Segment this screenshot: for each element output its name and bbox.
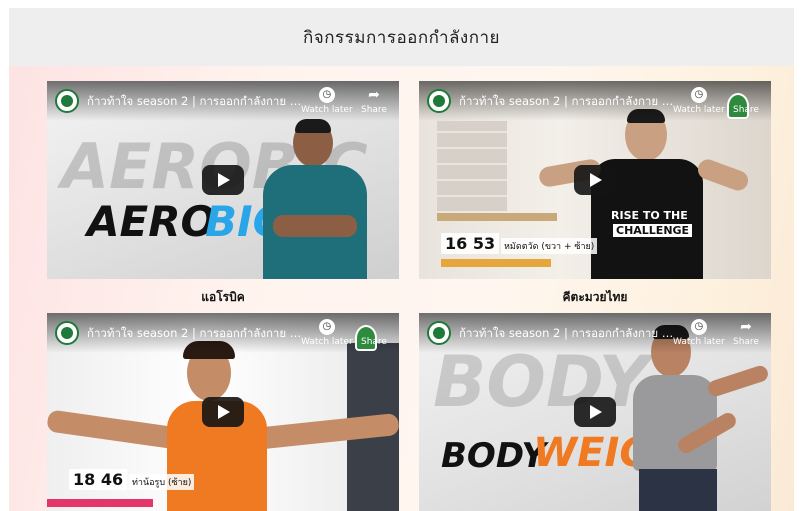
clock-icon: ◷ xyxy=(318,319,335,335)
share-button[interactable]: Share xyxy=(733,105,759,115)
share-label: Share xyxy=(733,105,759,115)
share-button[interactable]: ➦ Share xyxy=(733,319,759,347)
video-title[interactable]: ก้าวท้าใจ season 2 | การออกกำลังกาย แบ..… xyxy=(87,93,302,111)
video-card-bodyweight[interactable]: BODY BODY WEIGHT ก้าวท้าใจ season 2 | กา… xyxy=(419,313,771,511)
watch-later-button[interactable]: ◷ Watch later xyxy=(673,87,725,115)
share-button[interactable]: Share xyxy=(361,337,387,347)
exercise-label: ท่าน้อรูบ (ซ้าย) xyxy=(129,474,195,490)
video-title[interactable]: ก้าวท้าใจ season 2 | การออกกำลังกาย แบ..… xyxy=(459,325,674,343)
page-title: กิจกรรมการออกกำลังกาย xyxy=(302,27,501,48)
share-arrow-icon: ➦ xyxy=(740,319,752,335)
play-button-icon[interactable] xyxy=(202,165,244,195)
presenter-figure xyxy=(259,119,371,279)
watch-later-button[interactable]: ◷ Watch later xyxy=(673,319,725,347)
clock-icon: ◷ xyxy=(318,87,335,103)
watch-later-label: Watch later xyxy=(301,105,353,115)
play-button-icon[interactable] xyxy=(574,165,616,195)
shirt-text-line1: RISE TO THE xyxy=(611,209,688,222)
watch-later-label: Watch later xyxy=(301,337,353,347)
exercise-label: หมัดตวัด (ขวา + ซ้าย) xyxy=(501,238,598,254)
shirt-text-line2: CHALLENGE xyxy=(613,224,693,237)
share-arrow-icon: ➦ xyxy=(368,87,380,103)
channel-logo-icon[interactable] xyxy=(55,89,79,113)
video-caption: แอโรบิค xyxy=(201,290,245,304)
share-label: Share xyxy=(733,337,759,347)
video-card-muaythai[interactable]: RISE TO THE CHALLENGE 16 53 หมัดตวัด (ขว… xyxy=(419,81,771,279)
play-button-icon[interactable] xyxy=(574,397,616,427)
share-label: Share xyxy=(361,337,387,347)
video-grid: AEROBIC AERO BIC ก้าวท้าใจ season 2 | กา… xyxy=(9,66,794,511)
watch-later-label: Watch later xyxy=(673,105,725,115)
watch-later-button[interactable]: ◷ Watch later xyxy=(301,87,353,115)
exercise-timer: 18 46 xyxy=(69,469,128,490)
next-exercise-bar xyxy=(47,499,153,507)
share-label: Share xyxy=(361,105,387,115)
clock-icon: ◷ xyxy=(690,87,707,103)
video-card-stretch[interactable]: 18 46 ท่าน้อรูบ (ซ้าย) ก้าวท้าใจ season … xyxy=(47,313,399,511)
art-text-body: BODY xyxy=(441,436,547,476)
page: กิจกรรมการออกกำลังกาย AEROBIC AERO BIC ก… xyxy=(0,0,803,511)
video-card-aerobic[interactable]: AEROBIC AERO BIC ก้าวท้าใจ season 2 | กา… xyxy=(47,81,399,279)
video-title[interactable]: ก้าวท้าใจ season 2 | การออกกำลังกาย แบ..… xyxy=(87,325,302,343)
art-text-aero: AERO xyxy=(87,197,217,246)
channel-logo-icon[interactable] xyxy=(427,89,451,113)
watch-later-label: Watch later xyxy=(673,337,725,347)
exercise-timer: 16 53 xyxy=(441,233,500,254)
page-header: กิจกรรมการออกกำลังกาย xyxy=(9,8,794,66)
channel-logo-icon[interactable] xyxy=(55,321,79,345)
video-caption: คีตะมวยไทย xyxy=(562,290,628,304)
next-exercise-bar xyxy=(441,259,551,267)
share-button[interactable]: ➦ Share xyxy=(361,87,387,115)
play-button-icon[interactable] xyxy=(202,397,244,427)
wall-tiles xyxy=(437,121,507,211)
clock-icon: ◷ xyxy=(690,319,707,335)
watch-later-button[interactable]: ◷ Watch later xyxy=(301,319,353,347)
channel-logo-icon[interactable] xyxy=(427,321,451,345)
video-title[interactable]: ก้าวท้าใจ season 2 | การออกกำลังกาย แบ..… xyxy=(459,93,674,111)
